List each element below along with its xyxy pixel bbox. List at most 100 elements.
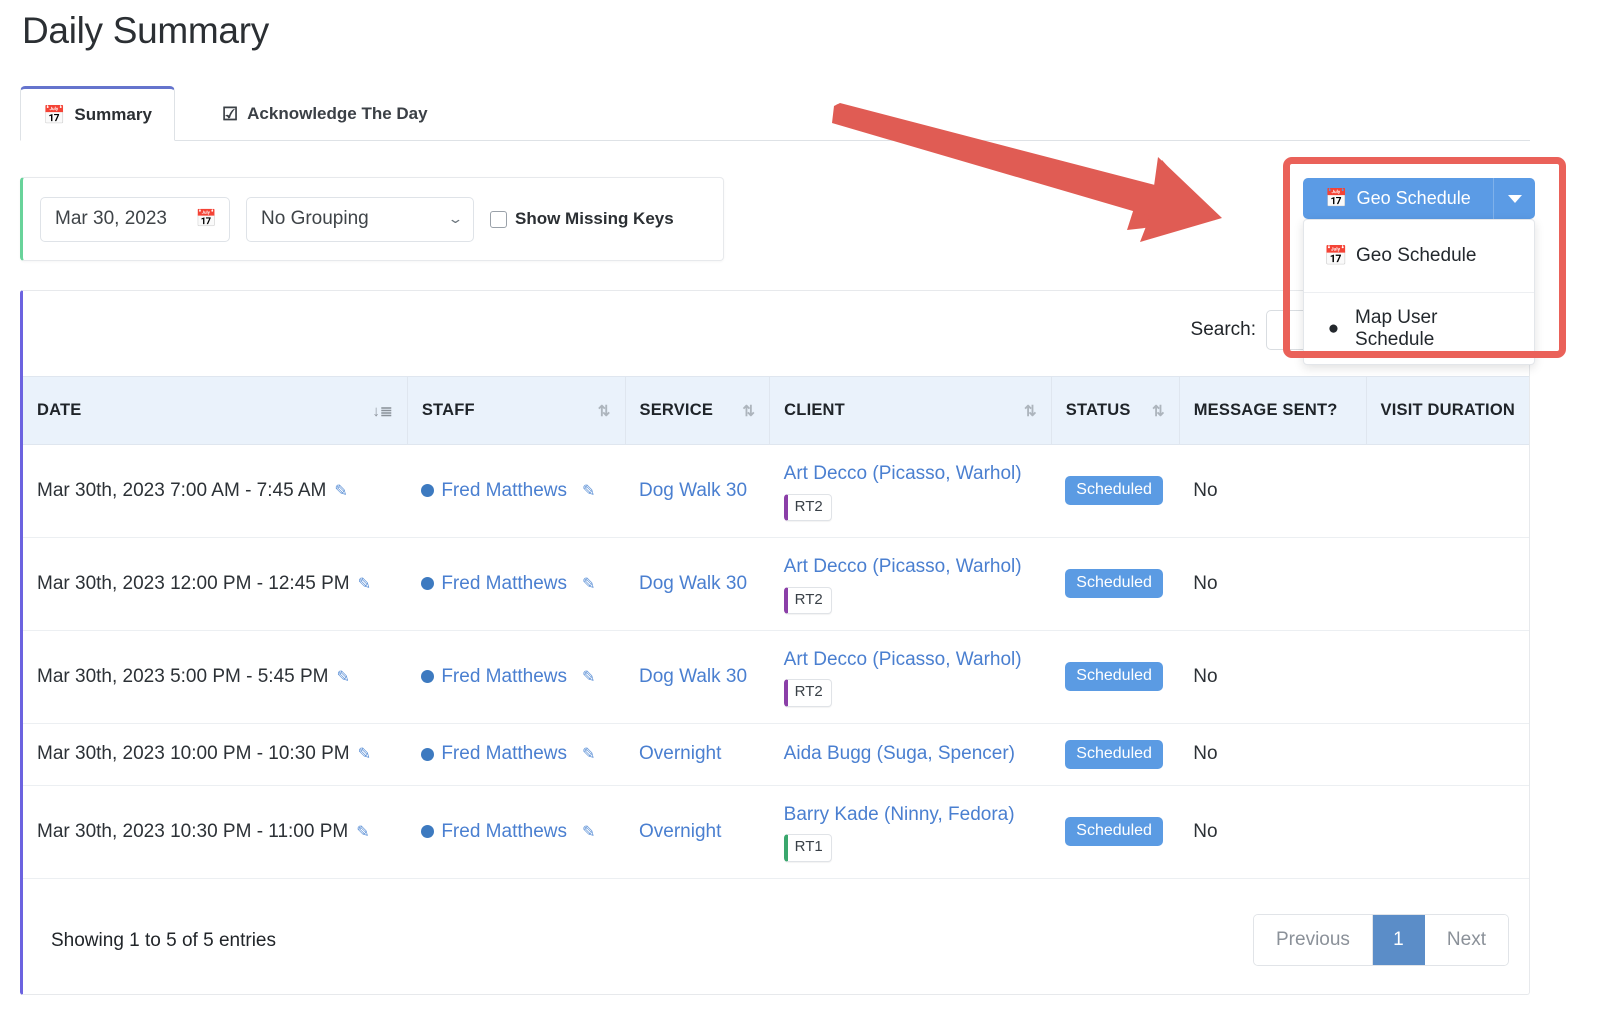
page-title: Daily Summary [22,10,269,51]
cell-client: Art Decco (Picasso, Warhol) RT2 [769,537,1052,631]
menu-item-map-user-schedule-label: Map User Schedule [1355,306,1438,350]
column-header-staff[interactable]: STAFF ⇅ [407,376,626,445]
client-link[interactable]: Barry Kade (Ninny, Fedora) [784,804,1015,825]
column-header-status[interactable]: STATUS ⇅ [1051,376,1180,445]
tab-acknowledge-label: Acknowledge The Day [247,103,428,123]
edit-date-icon[interactable]: ✎ [358,746,371,763]
cell-date: Mar 30th, 2023 12:00 PM - 12:45 PM ✎ [23,537,408,631]
table-header-row: DATE ↓≣ STAFF ⇅ SERVICE ⇅ CLIENT ⇅ STATU… [23,376,1529,445]
menu-item-geo-schedule[interactable]: 📅 Geo Schedule [1304,220,1534,292]
service-link[interactable]: Dog Walk 30 [639,573,747,594]
table-info: Showing 1 to 5 of 5 entries [51,930,276,951]
cell-client: Aida Bugg (Suga, Spencer) [769,723,1052,786]
cell-date-text: Mar 30th, 2023 10:00 PM - 10:30 PM [37,743,350,765]
cell-date: Mar 30th, 2023 10:30 PM - 11:00 PM ✎ [23,785,408,879]
column-header-date[interactable]: DATE ↓≣ [23,376,408,445]
geo-schedule-split-button: 📅 Geo Schedule 📅 Geo Schedule ● Map User… [1303,178,1535,365]
menu-item-geo-schedule-label: Geo Schedule [1356,245,1477,266]
edit-staff-icon[interactable]: ✎ [582,667,595,687]
cell-staff: Fred Matthews ✎ [407,785,625,879]
results-table-card: Search: DATE ↓≣ STAFF ⇅ SERVICE ⇅ CLIENT… [20,290,1530,995]
client-link[interactable]: Aida Bugg (Suga, Spencer) [784,743,1015,764]
show-missing-keys-checkbox[interactable] [490,210,507,228]
column-header-service-label: SERVICE [639,401,714,419]
staff-link[interactable]: Fred Matthews [441,821,567,843]
pagination-next[interactable]: Next [1424,915,1508,965]
cell-status: Scheduled [1051,785,1180,879]
cell-status: Scheduled [1051,537,1180,631]
date-input[interactable]: Mar 30, 2023 📅 [40,196,230,242]
status-badge: Scheduled [1065,739,1163,769]
client-link[interactable]: Art Decco (Picasso, Warhol) [784,463,1022,484]
column-header-status-label: STATUS [1065,401,1131,419]
table-row: Mar 30th, 2023 10:00 PM - 10:30 PM ✎ Fred … [23,723,1529,786]
geo-schedule-dropdown-menu: 📅 Geo Schedule ● Map User Schedule [1303,219,1535,365]
service-link[interactable]: Overnight [639,743,721,764]
search-label: Search: [1190,319,1256,340]
cell-service: Overnight [625,785,770,879]
cell-status: Scheduled [1051,444,1180,538]
table-row: Mar 30th, 2023 5:00 PM - 5:45 PM ✎ Fred Ma… [23,630,1529,724]
client-link[interactable]: Art Decco (Picasso, Warhol) [784,556,1022,577]
edit-staff-icon[interactable]: ✎ [582,744,595,764]
sort-icon: ⇅ [742,402,756,420]
cell-staff: Fred Matthews ✎ [407,444,625,538]
edit-staff-icon[interactable]: ✎ [582,822,595,842]
service-link[interactable]: Overnight [639,821,721,842]
pagination-page-1[interactable]: 1 [1372,915,1425,965]
filter-card: Mar 30, 2023 📅 No Grouping ⌄ Show Missin… [20,177,724,261]
status-badge: Scheduled [1065,817,1163,847]
staff-color-dot [421,747,435,761]
staff-link[interactable]: Fred Matthews [441,666,567,688]
service-link[interactable]: Dog Walk 30 [639,480,747,501]
staff-link[interactable]: Fred Matthews [441,743,567,765]
service-link[interactable]: Dog Walk 30 [639,666,747,687]
cell-message-sent: No [1179,723,1366,786]
caret-down-icon [1507,194,1522,203]
client-route-badge: RT1 [783,834,832,862]
cell-date-text: Mar 30th, 2023 12:00 PM - 12:45 PM [37,572,350,594]
tab-bar: 📅 Summary ☑ Acknowledge The Day [20,86,1530,141]
staff-link[interactable]: Fred Matthews [441,480,567,502]
calendar-icon: 📅 [1325,188,1348,208]
cell-client: Barry Kade (Ninny, Fedora) RT1 [769,785,1052,879]
edit-date-icon[interactable]: ✎ [334,483,347,500]
menu-item-map-user-schedule[interactable]: ● Map User Schedule [1304,292,1534,364]
show-missing-keys-field[interactable]: Show Missing Keys [490,209,674,229]
cell-date-text: Mar 30th, 2023 7:00 AM - 7:45 AM [37,479,327,501]
show-missing-keys-label: Show Missing Keys [515,209,674,228]
edit-staff-icon[interactable]: ✎ [582,574,595,594]
pagination-previous[interactable]: Previous [1254,915,1373,965]
edit-date-icon[interactable]: ✎ [356,824,369,841]
calendar-icon: 📅 [43,104,66,125]
column-header-service[interactable]: SERVICE ⇅ [625,376,771,445]
cell-date: Mar 30th, 2023 7:00 AM - 7:45 AM ✎ [23,444,408,538]
table-body: Mar 30th, 2023 7:00 AM - 7:45 AM ✎ Fred Ma… [23,444,1529,879]
sort-amount-down-icon: ↓≣ [372,402,393,420]
sort-icon: ⇅ [1024,402,1037,420]
date-input-value: Mar 30, 2023 [55,208,167,229]
client-link[interactable]: Art Decco (Picasso, Warhol) [784,649,1022,670]
tab-acknowledge-the-day[interactable]: ☑ Acknowledge The Day [200,86,450,141]
cell-date-text: Mar 30th, 2023 10:30 PM - 11:00 PM [37,820,349,842]
geo-schedule-dropdown-toggle[interactable] [1493,178,1535,219]
tab-summary[interactable]: 📅 Summary [20,86,175,141]
client-route-badge: RT2 [783,679,832,707]
column-header-client[interactable]: CLIENT ⇅ [769,376,1052,445]
cell-message-sent: No [1179,537,1366,631]
edit-date-icon[interactable]: ✎ [337,669,350,686]
column-header-staff-label: STAFF [421,401,475,419]
cell-message-sent: No [1179,785,1366,879]
cell-service: Dog Walk 30 [625,537,770,631]
edit-staff-icon[interactable]: ✎ [582,481,595,501]
table-row: Mar 30th, 2023 7:00 AM - 7:45 AM ✎ Fred Ma… [23,444,1529,538]
edit-date-icon[interactable]: ✎ [358,576,371,593]
cell-visit-duration [1366,630,1529,724]
geo-schedule-button[interactable]: 📅 Geo Schedule [1303,178,1493,219]
sort-icon: ⇅ [1151,402,1165,420]
column-header-date-label: DATE [37,401,82,419]
grouping-select[interactable]: No Grouping ⌄ [246,196,474,242]
cell-visit-duration [1366,723,1529,786]
cell-message-sent: No [1179,444,1366,538]
staff-link[interactable]: Fred Matthews [441,573,567,595]
